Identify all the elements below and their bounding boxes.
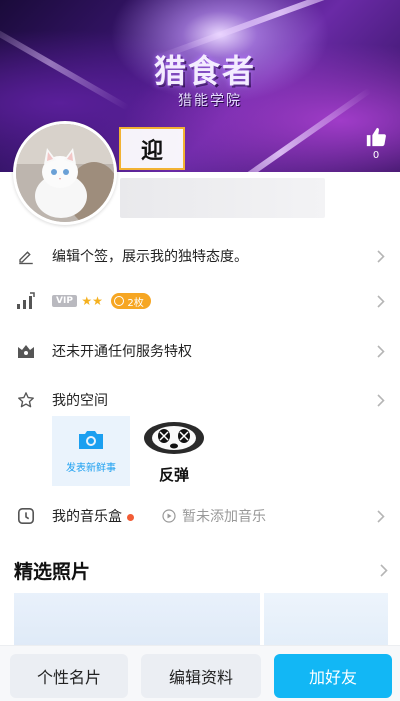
blurred-info	[120, 178, 325, 218]
profile-card-button[interactable]: 个性名片	[10, 654, 128, 698]
signature-row[interactable]: 编辑个签，展示我的独特态度。	[0, 236, 400, 276]
cover-subtitle: 猎能学院	[178, 93, 242, 109]
signature-text: 编辑个签，展示我的独特态度。	[52, 249, 248, 265]
nickname-frame[interactable]: 迎	[119, 127, 185, 170]
service-text: 还未开通任何服务特权	[52, 344, 192, 360]
space-label: 我的空间	[52, 393, 108, 409]
chevron-right-icon	[374, 294, 388, 308]
like-button[interactable]: 0	[364, 126, 388, 161]
thumbs-up-icon	[366, 127, 386, 147]
avatar-image	[16, 124, 114, 222]
vip-info: VIP ★★ 2枚	[52, 293, 151, 309]
coin-count: 2枚	[127, 297, 144, 309]
chevron-right-icon	[374, 509, 388, 523]
star-icon: ★	[92, 294, 103, 308]
cover-decoration	[0, 15, 130, 111]
clock-icon	[16, 506, 36, 526]
new-dot	[127, 513, 134, 521]
music-box-text: 我的音乐盒	[52, 509, 122, 525]
coin-icon	[114, 296, 125, 306]
chevron-right-icon	[374, 393, 388, 407]
music-status: 暂未添加音乐	[162, 506, 266, 526]
panda-image	[144, 422, 204, 454]
post-new-label: 发表新鲜事	[66, 462, 116, 474]
photos-title: 精选照片	[14, 561, 91, 583]
music-box-label: 我的音乐盒	[52, 506, 134, 526]
space-row[interactable]: 我的空间	[0, 380, 400, 420]
service-row[interactable]: 还未开通任何服务特权	[0, 331, 400, 371]
like-count: 0	[372, 150, 380, 161]
vip-row[interactable]: VIP ★★ 2枚	[0, 281, 400, 321]
photos-chevron-icon[interactable]	[380, 562, 388, 581]
avatar[interactable]	[13, 121, 117, 225]
space-music-tile[interactable]: 反弹	[140, 416, 208, 486]
camera-icon	[79, 430, 103, 449]
star-outline-icon	[16, 390, 36, 410]
edit-profile-button[interactable]: 编辑资料	[141, 654, 261, 698]
post-new-button[interactable]: 发表新鲜事	[52, 416, 130, 486]
coin-badge: 2枚	[111, 293, 151, 309]
level-bars-icon	[16, 291, 36, 311]
chevron-right-icon	[374, 249, 388, 263]
music-box-row[interactable]: 我的音乐盒 暂未添加音乐	[0, 496, 400, 536]
cover-title: 猎食者	[153, 52, 256, 90]
crown-box-icon	[16, 341, 36, 361]
music-status-text: 暂未添加音乐	[182, 509, 266, 525]
pencil-icon	[16, 246, 36, 266]
star-icon: ★	[81, 294, 93, 308]
play-circle-icon	[162, 509, 176, 523]
vip-badge: VIP	[52, 295, 77, 307]
chevron-right-icon	[374, 344, 388, 358]
space-music-label: 反弹	[158, 466, 189, 484]
nickname: 迎	[140, 138, 163, 164]
bottom-action-bar: 个性名片 编辑资料 加好友	[0, 645, 400, 701]
add-friend-button[interactable]: 加好友	[274, 654, 392, 698]
